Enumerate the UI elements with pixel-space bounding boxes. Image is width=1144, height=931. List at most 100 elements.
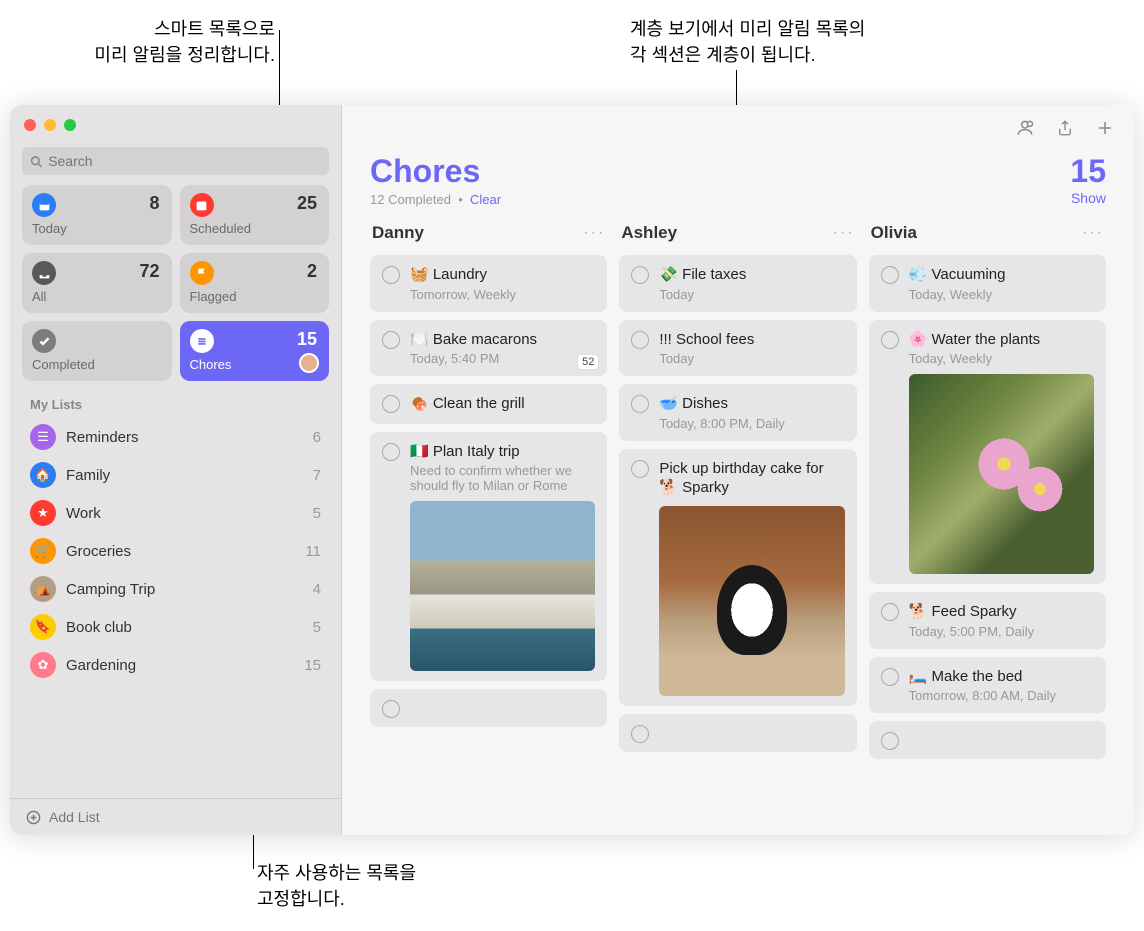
share-button[interactable] (1054, 117, 1076, 139)
reminder-subtitle: Today, 5:00 PM, Daily (909, 624, 1094, 639)
list-work[interactable]: ★ Work 5 (10, 494, 341, 532)
complete-toggle[interactable] (631, 725, 649, 743)
smart-today[interactable]: 8 Today (22, 185, 172, 245)
complete-toggle[interactable] (631, 395, 649, 413)
smart-label: Completed (32, 357, 162, 372)
complete-toggle[interactable] (631, 460, 649, 478)
shared-avatar-icon (299, 353, 319, 373)
tray-icon (32, 261, 56, 285)
reminder-title: 🥣 Dishes (659, 394, 844, 414)
smart-count: 2 (307, 261, 317, 282)
reminder-card[interactable] (370, 689, 607, 727)
list-count: 5 (313, 619, 321, 636)
my-lists: ☰ Reminders 6 🏠 Family 7 ★ Work 5 🛒 Groc… (10, 418, 341, 684)
reminder-card[interactable]: 💨 Vacuuming Today, Weekly (869, 255, 1106, 312)
column-olivia: Olivia ··· 💨 Vacuuming Today, Weekly (863, 219, 1112, 835)
list-bullet-icon: ☰ (30, 424, 56, 450)
attachment-image[interactable] (659, 506, 844, 696)
clear-button[interactable]: Clear (470, 192, 501, 207)
list-groceries[interactable]: 🛒 Groceries 11 (10, 532, 341, 570)
close-window[interactable] (24, 119, 36, 131)
reminder-card[interactable]: 🥣 Dishes Today, 8:00 PM, Daily (619, 384, 856, 441)
show-completed-button[interactable]: Show (1070, 190, 1106, 206)
reminder-title: 🌸 Water the plants (909, 330, 1094, 350)
column-view: Danny ··· 🧺 Laundry Tomorrow, Weekly (342, 211, 1134, 835)
attachment-image[interactable] (909, 374, 1094, 574)
smart-all[interactable]: 72 All (22, 253, 172, 313)
list-reminders[interactable]: ☰ Reminders 6 (10, 418, 341, 456)
reminder-title: 🇮🇹 Plan Italy trip (410, 442, 595, 462)
smart-label: All (32, 289, 162, 304)
complete-toggle[interactable] (631, 331, 649, 349)
list-camping-trip[interactable]: ⛺ Camping Trip 4 (10, 570, 341, 608)
add-list-label: Add List (49, 809, 100, 825)
reminder-subtitle: Today (659, 287, 844, 302)
callout-top-right: 계층 보기에서 미리 알림 목록의 각 섹션은 계층이 됩니다. (630, 16, 865, 68)
column-name: Danny (372, 223, 424, 243)
reminder-card[interactable] (869, 721, 1106, 759)
plus-icon (1096, 119, 1114, 137)
reminder-card[interactable]: 🐕 Feed Sparky Today, 5:00 PM, Daily (869, 592, 1106, 649)
reminder-card[interactable]: 🧺 Laundry Tomorrow, Weekly (370, 255, 607, 312)
list-count: 5 (313, 505, 321, 522)
reminder-card[interactable]: 💸 File taxes Today (619, 255, 856, 312)
reminder-subtitle: Today, 5:40 PM (410, 351, 595, 366)
add-list-button[interactable]: Add List (10, 798, 341, 835)
add-button[interactable] (1094, 117, 1116, 139)
main-area: Chores 12 Completed • Clear 15 Show Dann… (342, 105, 1134, 835)
collaborate-button[interactable] (1014, 117, 1036, 139)
search-box[interactable] (22, 147, 329, 175)
list-gardening[interactable]: ✿ Gardening 15 (10, 646, 341, 684)
reminder-card[interactable]: 🌸 Water the plants Today, Weekly (869, 320, 1106, 585)
list-count: 6 (313, 429, 321, 446)
list-count: 7 (313, 467, 321, 484)
complete-toggle[interactable] (881, 266, 899, 284)
smart-label: Flagged (190, 289, 320, 304)
complete-toggle[interactable] (382, 395, 400, 413)
list-label: Gardening (66, 657, 294, 674)
complete-toggle[interactable] (382, 266, 400, 284)
completed-count: 12 Completed (370, 192, 451, 207)
reminder-card[interactable]: 🍽️ Bake macarons Today, 5:40 PM 52 (370, 320, 607, 377)
attachment-image[interactable] (410, 501, 595, 671)
complete-toggle[interactable] (881, 331, 899, 349)
completed-summary: 12 Completed • Clear (370, 192, 501, 207)
smart-count: 25 (297, 193, 317, 214)
list-label: Camping Trip (66, 581, 303, 598)
zoom-window[interactable] (64, 119, 76, 131)
list-family[interactable]: 🏠 Family 7 (10, 456, 341, 494)
list-book-club[interactable]: 🔖 Book club 5 (10, 608, 341, 646)
callout-top-left: 스마트 목록으로 미리 알림을 정리합니다. (60, 16, 275, 68)
flag-icon (190, 261, 214, 285)
column-menu-button[interactable]: ··· (1082, 224, 1104, 242)
reminder-card[interactable]: 🛏️ Make the bed Tomorrow, 8:00 AM, Daily (869, 657, 1106, 714)
reminder-title: 🛏️ Make the bed (909, 667, 1094, 687)
complete-toggle[interactable] (382, 331, 400, 349)
complete-toggle[interactable] (881, 732, 899, 750)
reminder-title: 🧺 Laundry (410, 265, 595, 285)
reminder-card[interactable]: 🇮🇹 Plan Italy trip Need to confirm wheth… (370, 432, 607, 682)
complete-toggle[interactable] (382, 700, 400, 718)
reminder-card[interactable]: 🍖 Clean the grill (370, 384, 607, 424)
smart-completed[interactable]: Completed (22, 321, 172, 381)
smart-flagged[interactable]: 2 Flagged (180, 253, 330, 313)
smart-chores[interactable]: 15 Chores (180, 321, 330, 381)
reminder-title: 🐕 Feed Sparky (909, 602, 1094, 622)
list-label: Family (66, 467, 303, 484)
complete-toggle[interactable] (631, 266, 649, 284)
list-count: 4 (313, 581, 321, 598)
calendar-grid-icon (190, 193, 214, 217)
column-menu-button[interactable]: ··· (833, 224, 855, 242)
smart-scheduled[interactable]: 25 Scheduled (180, 185, 330, 245)
calendar-badge: 52 (577, 354, 599, 370)
search-input[interactable] (48, 153, 321, 169)
complete-toggle[interactable] (382, 443, 400, 461)
minimize-window[interactable] (44, 119, 56, 131)
reminder-card[interactable]: Pick up birthday cake for 🐕 Sparky (619, 449, 856, 706)
reminder-card[interactable]: !!! School fees Today (619, 320, 856, 377)
complete-toggle[interactable] (881, 668, 899, 686)
complete-toggle[interactable] (881, 603, 899, 621)
column-menu-button[interactable]: ··· (583, 224, 605, 242)
reminder-card[interactable] (619, 714, 856, 752)
list-icon (190, 329, 214, 353)
